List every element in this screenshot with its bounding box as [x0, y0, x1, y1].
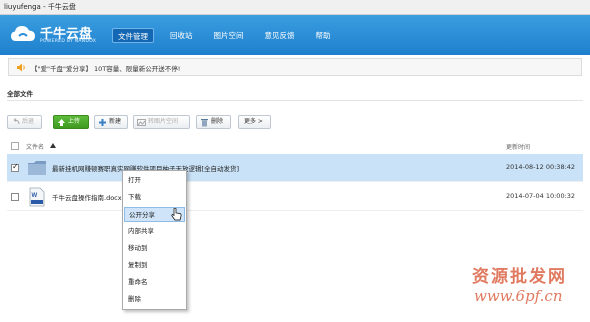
watermark-url: www.6pf.cn: [474, 287, 563, 305]
divider: [7, 100, 583, 101]
menu-item-delete[interactable]: 删除: [124, 292, 185, 307]
file-time: 2014-08-12 00:38:42: [506, 163, 576, 171]
back-label: 后退: [22, 118, 35, 125]
app-header: 千牛云盘 POWERED BY NANDOX 文件管理 回收站 图片空间 意见反…: [0, 15, 590, 55]
file-time: 2014-07-04 10:00:32: [506, 192, 576, 200]
trash-icon: [201, 119, 208, 127]
back-arrow-icon: [13, 118, 20, 125]
to-image-space-label: 转图片空间: [148, 118, 179, 125]
menu-item-copy-to[interactable]: 复制到: [124, 258, 185, 273]
to-image-space-button[interactable]: 转图片空间: [133, 115, 190, 129]
menu-item-open[interactable]: 打开: [124, 173, 185, 188]
hand-cursor-icon: [171, 208, 182, 221]
app-logo[interactable]: 千牛云盘 POWERED BY NANDOX: [10, 22, 110, 50]
delete-button[interactable]: 删除: [196, 115, 231, 129]
nav-recycle-bin[interactable]: 回收站: [165, 28, 198, 43]
new-button[interactable]: 新建: [94, 115, 128, 129]
cloud-logo-icon: [11, 26, 35, 41]
row-checkbox[interactable]: [11, 162, 19, 172]
nav-help[interactable]: 帮助: [311, 28, 336, 43]
back-button[interactable]: 后退: [7, 115, 42, 129]
menu-item-move-to[interactable]: 移动到: [124, 241, 185, 256]
image-icon: [137, 119, 146, 126]
sort-up-icon[interactable]: [50, 143, 56, 148]
menu-item-download[interactable]: 下载: [124, 190, 185, 205]
more-label: 更多 >: [244, 118, 263, 125]
context-menu: 打开 下载 公开分享 内部共享 移动到 复制到 重命名 删除: [122, 170, 187, 310]
main-nav: 文件管理 回收站 图片空间 意见反馈 帮助: [112, 28, 347, 44]
file-row[interactable]: W 千牛云盘操作指南.docx 2014-07-04 10:00:32: [7, 183, 583, 211]
nav-image-space[interactable]: 图片空间: [209, 28, 249, 43]
select-all-checkbox[interactable]: [11, 142, 19, 150]
new-label: 新建: [109, 118, 122, 125]
section-title: 全部文件: [7, 90, 33, 98]
upload-button[interactable]: 上传: [53, 115, 89, 129]
delete-label: 删除: [211, 118, 224, 125]
watermark-text: 资源批发网: [472, 267, 567, 287]
nav-feedback[interactable]: 意见反馈: [260, 28, 300, 43]
column-name-header[interactable]: 文件名: [26, 142, 44, 151]
word-doc-icon: W: [29, 187, 45, 207]
upload-label: 上传: [68, 118, 81, 125]
notice-bar: 【"爱"千盘"爱分享】 10T容量、限量新公开送不停!: [8, 58, 582, 76]
file-name[interactable]: 千牛云盘操作指南.docx: [52, 192, 122, 202]
logo-subtitle: POWERED BY NANDOX: [40, 39, 97, 44]
menu-item-rename[interactable]: 重命名: [124, 275, 185, 290]
speaker-icon: [17, 63, 25, 72]
window-titlebar: liuyufenga - 千牛云盘: [0, 0, 590, 15]
window-title: liuyufenga - 千牛云盘: [4, 3, 76, 11]
menu-item-internal-share[interactable]: 内部共享: [124, 224, 185, 239]
notice-text[interactable]: 【"爱"千盘"爱分享】 10T容量、限量新公开送不停!: [31, 63, 180, 73]
list-header: 文件名 更新时间: [7, 140, 583, 152]
plus-icon: [99, 119, 106, 126]
folder-icon: [28, 161, 46, 175]
column-time-header[interactable]: 更新时间: [506, 142, 530, 151]
file-row[interactable]: 最新挂机网赚顿赛职真实网赚软件项目柚子无放逻辑[全自动发货] 2014-08-1…: [7, 154, 583, 182]
more-button[interactable]: 更多 >: [238, 115, 271, 129]
svg-text:W: W: [32, 193, 38, 199]
nav-file-manager[interactable]: 文件管理: [112, 28, 154, 43]
upload-arrow-icon: [58, 119, 65, 126]
row-checkbox[interactable]: [11, 193, 19, 201]
